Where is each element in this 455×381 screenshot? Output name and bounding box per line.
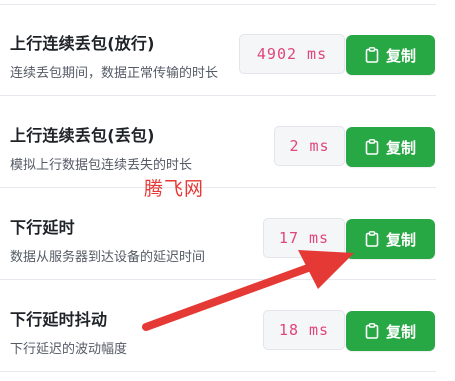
annotation-arrow-icon [142, 250, 354, 331]
